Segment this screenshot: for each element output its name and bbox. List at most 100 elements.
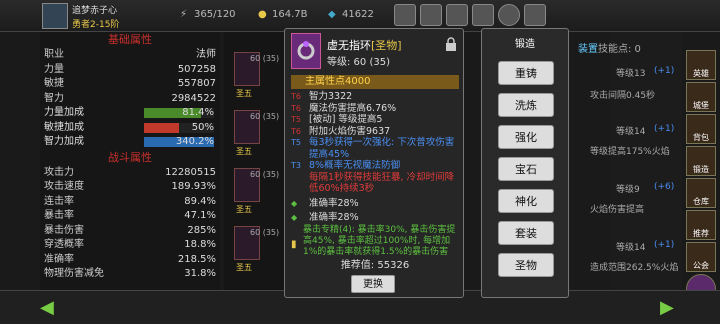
skill-desc: 等级提高175%火焰 <box>590 147 670 157</box>
energy-icon: ⚡ <box>180 9 188 20</box>
attribute-list: T6 智力3322 T6 魔法伤害提高6.76% T5 [被动] 等级提高5 T6 附加… <box>291 91 459 224</box>
battle-row: 暴击率 47.1% <box>40 209 220 224</box>
player-avatar[interactable] <box>42 3 68 29</box>
stat-value: 557807 <box>177 78 216 89</box>
next-arrow-icon[interactable]: ▶ <box>660 297 674 318</box>
energy-value: 365/120 <box>194 9 236 20</box>
attr-line: T5 每3秒获得一次强化: 下次普攻伤害提高45% <box>291 137 455 160</box>
slot-level: 60 (35) <box>250 54 280 63</box>
battle-label: 准确率 <box>44 253 74 265</box>
attr-line: T6 智力3322 <box>291 91 353 102</box>
gold-value: 164.7B <box>272 9 308 20</box>
battle-row: 准确率 218.5% <box>40 253 220 268</box>
class-value: 法师 <box>196 49 216 60</box>
hero-label: 英雄 <box>693 69 709 78</box>
item-detail-panel: 虚无指环[圣物] 等级: 60 (35) 主属性点4000 T6 智力3322 T… <box>284 28 464 298</box>
skill-desc: 攻击间隔0.45秒 <box>590 91 656 101</box>
attr-line: T6 魔法伤害提高6.76% <box>291 102 397 114</box>
skill-points: 技能点: 0 <box>598 44 641 55</box>
battle-label: 暴击率 <box>44 210 74 221</box>
shop-icon[interactable] <box>394 4 416 26</box>
relic-button[interactable]: 圣物 <box>498 253 554 277</box>
battle-label: 穿透概率 <box>44 239 84 250</box>
recommend-score: 推荐值: 55326 <box>340 260 410 271</box>
bonus-row: 敏捷加成 50% <box>40 121 220 136</box>
stat-row: 力量 507258 <box>40 63 220 78</box>
battle-value: 47.1% <box>184 210 216 221</box>
skill-bonus: (+1) <box>654 124 675 134</box>
slot-level: 60 (35) <box>250 112 280 121</box>
battle-row: 攻击力 12280515 <box>40 166 220 181</box>
battle-value: 89.4% <box>184 195 216 207</box>
reforge-button[interactable]: 重铸 <box>498 61 554 85</box>
forge-title: 锻造 <box>515 39 535 50</box>
castle-label: 城堡 <box>693 101 709 110</box>
sound-icon[interactable] <box>524 4 546 26</box>
settings-icon[interactable] <box>472 4 494 26</box>
slot-grade: 圣五 <box>236 147 252 156</box>
bonus-row: 力量加成 81.4% <box>40 106 220 121</box>
skill-bonus: (+1) <box>654 66 675 76</box>
mail-icon[interactable] <box>420 4 442 26</box>
lock-icon[interactable] <box>445 37 457 51</box>
gift-icon[interactable] <box>446 4 468 26</box>
player-rank: 勇者2-15阶 <box>72 20 120 30</box>
battle-row: 连击率 89.4% <box>40 195 220 210</box>
stat-row: 敏捷 557807 <box>40 77 220 92</box>
refine-button[interactable]: 洗炼 <box>498 93 554 117</box>
skill-bonus: (+1) <box>654 240 675 250</box>
battle-value: 18.8% <box>184 239 216 250</box>
equipment-column: 60 (35) 60 (35) 60 (35) 60 (35) 圣五 圣五 圣五… <box>224 32 284 290</box>
stat-label: 力量 <box>44 63 64 75</box>
set-description: 暴击专精(4): 暴击率30%, 暴击伤害提高45%, 暴击率超过100%时, … <box>303 225 456 257</box>
battle-row: 穿透概率 18.8% <box>40 238 220 253</box>
deify-button[interactable]: 神化 <box>498 189 554 213</box>
skill-level: 等级13 <box>616 69 646 79</box>
recommend-label: 推荐 <box>693 229 709 238</box>
battle-value: 31.8% <box>184 268 216 279</box>
battle-label: 攻击速度 <box>44 181 84 192</box>
gem-icon: ◆ <box>328 9 336 20</box>
gem-button[interactable]: 宝石 <box>498 157 554 181</box>
battle-label: 物理伤害减免 <box>44 268 104 279</box>
attribute-panel: 基础属性 职业 法师 力量 507258 敏捷 557807 智力 2984522 力量… <box>40 32 220 290</box>
skill-level: 等级9 <box>616 185 640 195</box>
attr-line: T3 8%概率无视魔法防御 <box>291 160 401 171</box>
bonus-row: 智力加成 340.2% <box>40 135 220 150</box>
gem-line: ◆ 准确率28% <box>291 212 359 223</box>
battle-row: 攻击速度 189.93% <box>40 180 220 195</box>
ring-icon <box>291 33 321 69</box>
forge-menu: 锻造 重铸 洗炼 强化 宝石 神化 套装 圣物 <box>481 28 569 298</box>
battle-label: 连击率 <box>44 195 74 207</box>
battle-value: 189.93% <box>171 181 217 192</box>
slot-grade: 圣五 <box>236 89 252 98</box>
prev-arrow-icon[interactable]: ◀ <box>40 297 54 318</box>
wheel-icon[interactable] <box>498 4 520 26</box>
bonus-label: 敏捷加成 <box>44 121 84 133</box>
storage-label: 仓库 <box>693 197 709 206</box>
stat-value: 2984522 <box>171 92 216 104</box>
tab-device[interactable]: 装置 <box>578 40 598 55</box>
stat-label: 敏捷 <box>44 78 64 89</box>
slot-level: 60 (35) <box>250 170 280 179</box>
battle-row: 暴击伤害 285% <box>40 224 220 239</box>
slot-grade: 圣五 <box>236 263 252 272</box>
class-label: 职业 <box>44 49 64 60</box>
slot-level: 60 (35) <box>250 228 280 237</box>
stat-row: 智力 2984522 <box>40 92 220 107</box>
gem-value: 41622 <box>342 9 374 20</box>
skill-bonus: (+6) <box>654 182 675 192</box>
battle-attributes-title: 战斗属性 <box>108 150 152 164</box>
attr-line: 每隔1秒获得技能狂暴, 冷却时间降低60%持续3秒 <box>309 171 455 195</box>
item-level: 等级: 60 (35) <box>327 57 390 68</box>
swap-button[interactable]: 更换 <box>351 275 395 293</box>
guild-label: 公会 <box>693 261 709 270</box>
battle-label: 暴击伤害 <box>44 224 84 236</box>
bonus-value: 50% <box>191 121 214 133</box>
stat-value: 507258 <box>177 63 216 75</box>
enhance-button[interactable]: 强化 <box>498 125 554 149</box>
bonus-value: 81.4% <box>182 107 214 118</box>
skill-level: 等级14 <box>616 243 646 253</box>
set-button[interactable]: 套装 <box>498 221 554 245</box>
skill-level: 等级14 <box>616 127 646 137</box>
